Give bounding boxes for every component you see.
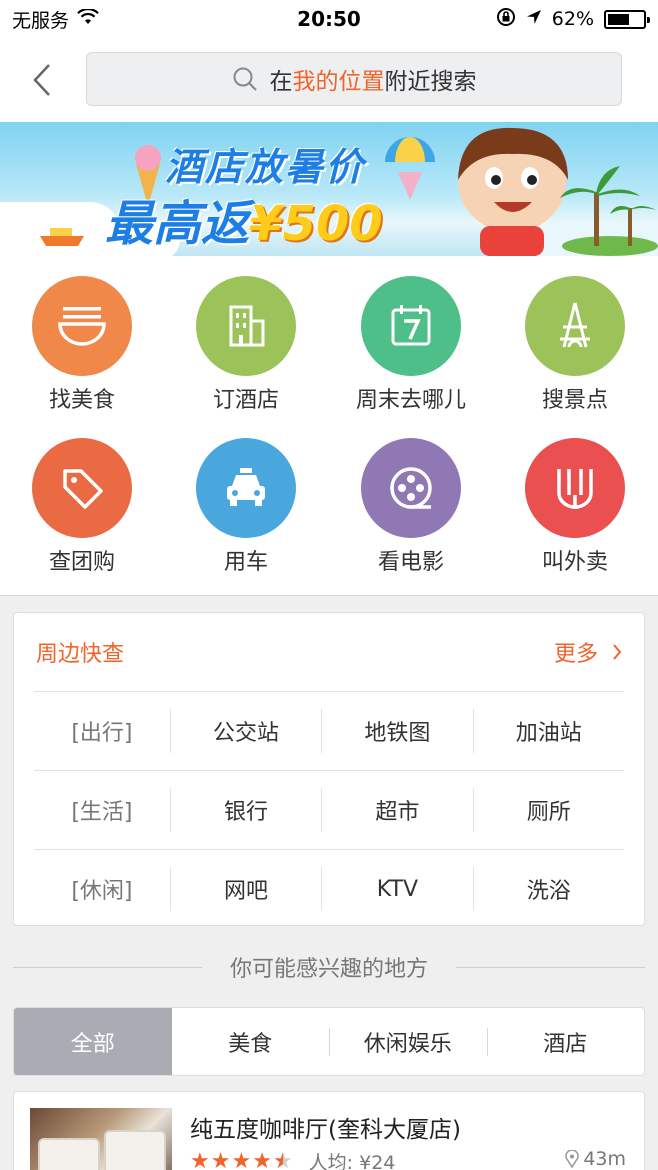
star-icon: ★ <box>231 1148 252 1170</box>
more-link[interactable]: 更多 <box>554 636 622 668</box>
tab-leisure[interactable]: 休闲娱乐 <box>329 1008 487 1075</box>
film-reel-icon <box>390 467 432 509</box>
category-label: 查团购 <box>48 550 115 575</box>
category-circle <box>361 438 461 538</box>
quick-option-restroom[interactable]: 厕所 <box>472 788 624 832</box>
tab-hotel[interactable]: 酒店 <box>486 1008 645 1075</box>
category-attractions[interactable]: 搜景点 <box>493 276 657 414</box>
category-circle <box>361 276 461 376</box>
category-circle <box>32 438 132 538</box>
quick-row-life: [生活] 银行 超市 厕所 <box>34 770 624 849</box>
quick-option-bank[interactable]: 银行 <box>169 788 321 832</box>
carrier-label: 无服务 <box>12 9 70 32</box>
palm-island-illustration <box>560 166 658 256</box>
quick-check-title: 周边快查 <box>36 642 125 667</box>
place-distance: 43m <box>583 1148 626 1170</box>
category-food[interactable]: 找美食 <box>0 276 164 414</box>
avg-price: 人均: ¥24 <box>308 1152 396 1170</box>
half-star-icon: ★ <box>273 1150 293 1170</box>
tab-food[interactable]: 美食 <box>172 1008 330 1075</box>
category-weekend[interactable]: 周末去哪儿 <box>329 276 493 414</box>
interest-tabs: 全部 美食 休闲娱乐 酒店 <box>13 1007 645 1076</box>
category-label: 周末去哪儿 <box>355 388 466 413</box>
location-arrow-icon <box>526 8 542 30</box>
chevron-right-icon <box>613 644 622 660</box>
place-name: 纯五度咖啡厅(奎科大厦店) <box>190 1117 461 1143</box>
category-label: 订酒店 <box>212 388 279 413</box>
interest-section-title: 你可能感兴趣的地方 <box>230 957 429 982</box>
quick-option-bus-stop[interactable]: 公交站 <box>169 709 321 753</box>
category-groupbuy[interactable]: 查团购 <box>0 438 164 576</box>
quick-option-bathhouse[interactable]: 洗浴 <box>472 867 624 911</box>
category-car[interactable]: 用车 <box>164 438 328 576</box>
umbrella-drink-icon <box>385 137 435 200</box>
fork-icon <box>557 469 593 509</box>
rotation-lock-icon <box>496 7 516 32</box>
status-bar: 无服务 20:50 62% <box>0 0 658 38</box>
category-circle <box>196 438 296 538</box>
search-placeholder: 在我的位置附近搜索 <box>269 69 477 95</box>
boat-icon <box>40 228 84 246</box>
star-icon: ★ <box>210 1148 231 1170</box>
category-circle <box>32 276 132 376</box>
search-location-highlight: 我的位置 <box>292 69 385 95</box>
rating-stars: ★ ★ ★ ★ ★ <box>190 1148 293 1170</box>
quick-option-supermarket[interactable]: 超市 <box>321 788 472 832</box>
banner-headline: 酒店放暑价 <box>165 145 366 189</box>
category-hotel[interactable]: 订酒店 <box>164 276 328 414</box>
category-label: 搜景点 <box>541 388 608 413</box>
tag-icon <box>63 469 103 509</box>
divider <box>456 966 646 968</box>
quick-option-ktv[interactable]: KTV <box>321 867 472 911</box>
quick-row-category: [生活] <box>71 800 133 825</box>
category-label: 看电影 <box>377 550 444 575</box>
battery-icon <box>604 9 650 29</box>
category-movie[interactable]: 看电影 <box>329 438 493 576</box>
quick-row-category: [休闲] <box>71 879 133 904</box>
quick-option-metro-map[interactable]: 地铁图 <box>321 709 472 753</box>
wifi-icon <box>77 7 99 30</box>
noodle-bowl-icon <box>58 307 106 346</box>
category-grid: 找美食 订酒店 周末去哪儿 搜景点 查团购 用车 看电影 叫外卖 <box>0 256 658 596</box>
place-thumbnail <box>30 1108 172 1170</box>
clock: 20:50 <box>297 7 361 31</box>
promo-banner[interactable]: 酒店放暑价 最高返¥500 <box>0 122 658 256</box>
location-pin-icon <box>565 1150 580 1168</box>
search-bar[interactable]: 在我的位置附近搜索 <box>86 52 622 106</box>
star-icon: ★ <box>190 1148 210 1170</box>
back-button[interactable] <box>0 38 84 122</box>
tower-icon <box>560 302 590 348</box>
hotel-building-icon <box>229 305 265 347</box>
nav-bar: 在我的位置附近搜索 <box>0 38 658 122</box>
category-circle <box>525 438 625 538</box>
category-label: 找美食 <box>48 388 115 413</box>
battery-percent: 62% <box>551 8 594 30</box>
taxi-icon <box>227 468 265 506</box>
category-circle <box>525 276 625 376</box>
search-icon <box>233 67 257 91</box>
calendar-icon <box>391 305 431 346</box>
category-label: 用车 <box>223 550 268 575</box>
quick-row-transport: [出行] 公交站 地铁图 加油站 <box>34 691 624 770</box>
chevron-left-icon <box>33 64 50 96</box>
place-list-item[interactable]: 纯五度咖啡厅(奎科大厦店) ★ ★ ★ ★ ★ 人均: ¥24 43m <box>13 1091 645 1170</box>
quick-row-leisure: [休闲] 网吧 KTV 洗浴 <box>34 849 624 928</box>
quick-row-category: [出行] <box>71 721 133 746</box>
category-takeout[interactable]: 叫外卖 <box>493 438 657 576</box>
star-icon: ★ <box>252 1148 272 1170</box>
tab-all[interactable]: 全部 <box>14 1008 172 1075</box>
banner-subheadline: 最高返¥500 <box>105 196 383 252</box>
divider <box>13 966 202 968</box>
nearby-quick-check-card: 周边快查 更多 [出行] 公交站 地铁图 加油站 [生活] 银行 超市 厕所 [… <box>13 612 645 926</box>
quick-option-internet-cafe[interactable]: 网吧 <box>169 867 321 911</box>
quick-option-gas-station[interactable]: 加油站 <box>472 709 624 753</box>
category-circle <box>196 276 296 376</box>
interest-section-header: 你可能感兴趣的地方 <box>13 944 646 990</box>
category-label: 叫外卖 <box>541 550 608 575</box>
